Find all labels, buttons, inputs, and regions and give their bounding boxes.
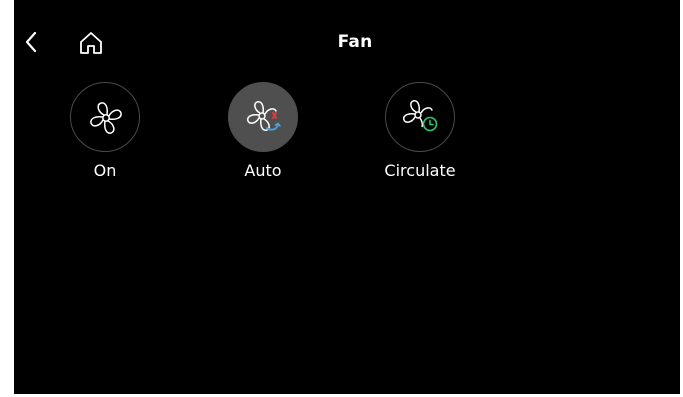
fan-mode-on-label: On	[93, 161, 117, 180]
fan-mode-circulate-label: Circulate	[384, 161, 456, 180]
home-icon	[80, 32, 102, 54]
fan-icon	[90, 102, 122, 134]
back-button[interactable]	[20, 29, 42, 55]
fan-mode-on-button[interactable]: On	[50, 82, 160, 180]
fan-mode-auto-button[interactable]: Auto	[208, 82, 318, 180]
home-button[interactable]	[77, 29, 105, 57]
fan-mode-on-circle	[70, 82, 140, 152]
fan-auto-icon	[247, 101, 281, 131]
fan-mode-circulate-circle	[385, 82, 455, 152]
fan-mode-auto-circle	[228, 82, 298, 152]
fan-circulate-icon	[403, 100, 438, 132]
fan-screen	[14, 0, 680, 394]
fan-mode-auto-label: Auto	[244, 161, 282, 180]
page-title: Fan	[337, 32, 373, 52]
screen-edge-left	[0, 0, 14, 397]
chevron-left-icon	[25, 31, 37, 53]
fan-mode-circulate-button[interactable]: Circulate	[365, 82, 475, 180]
